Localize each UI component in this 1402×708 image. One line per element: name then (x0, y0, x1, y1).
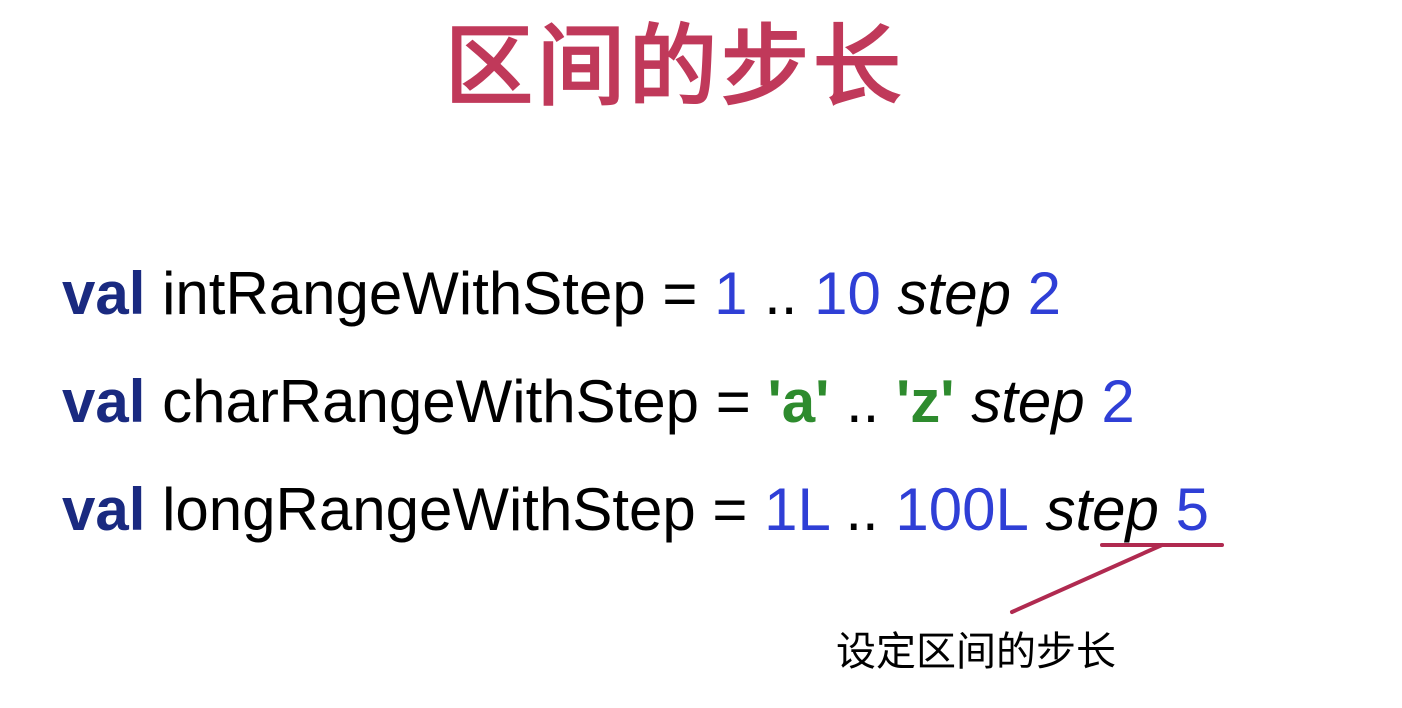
annotation-note: 设定区间的步长 (836, 629, 1116, 675)
annotation-callout (1010, 543, 1224, 614)
annotation-leader-line (1010, 543, 1164, 614)
